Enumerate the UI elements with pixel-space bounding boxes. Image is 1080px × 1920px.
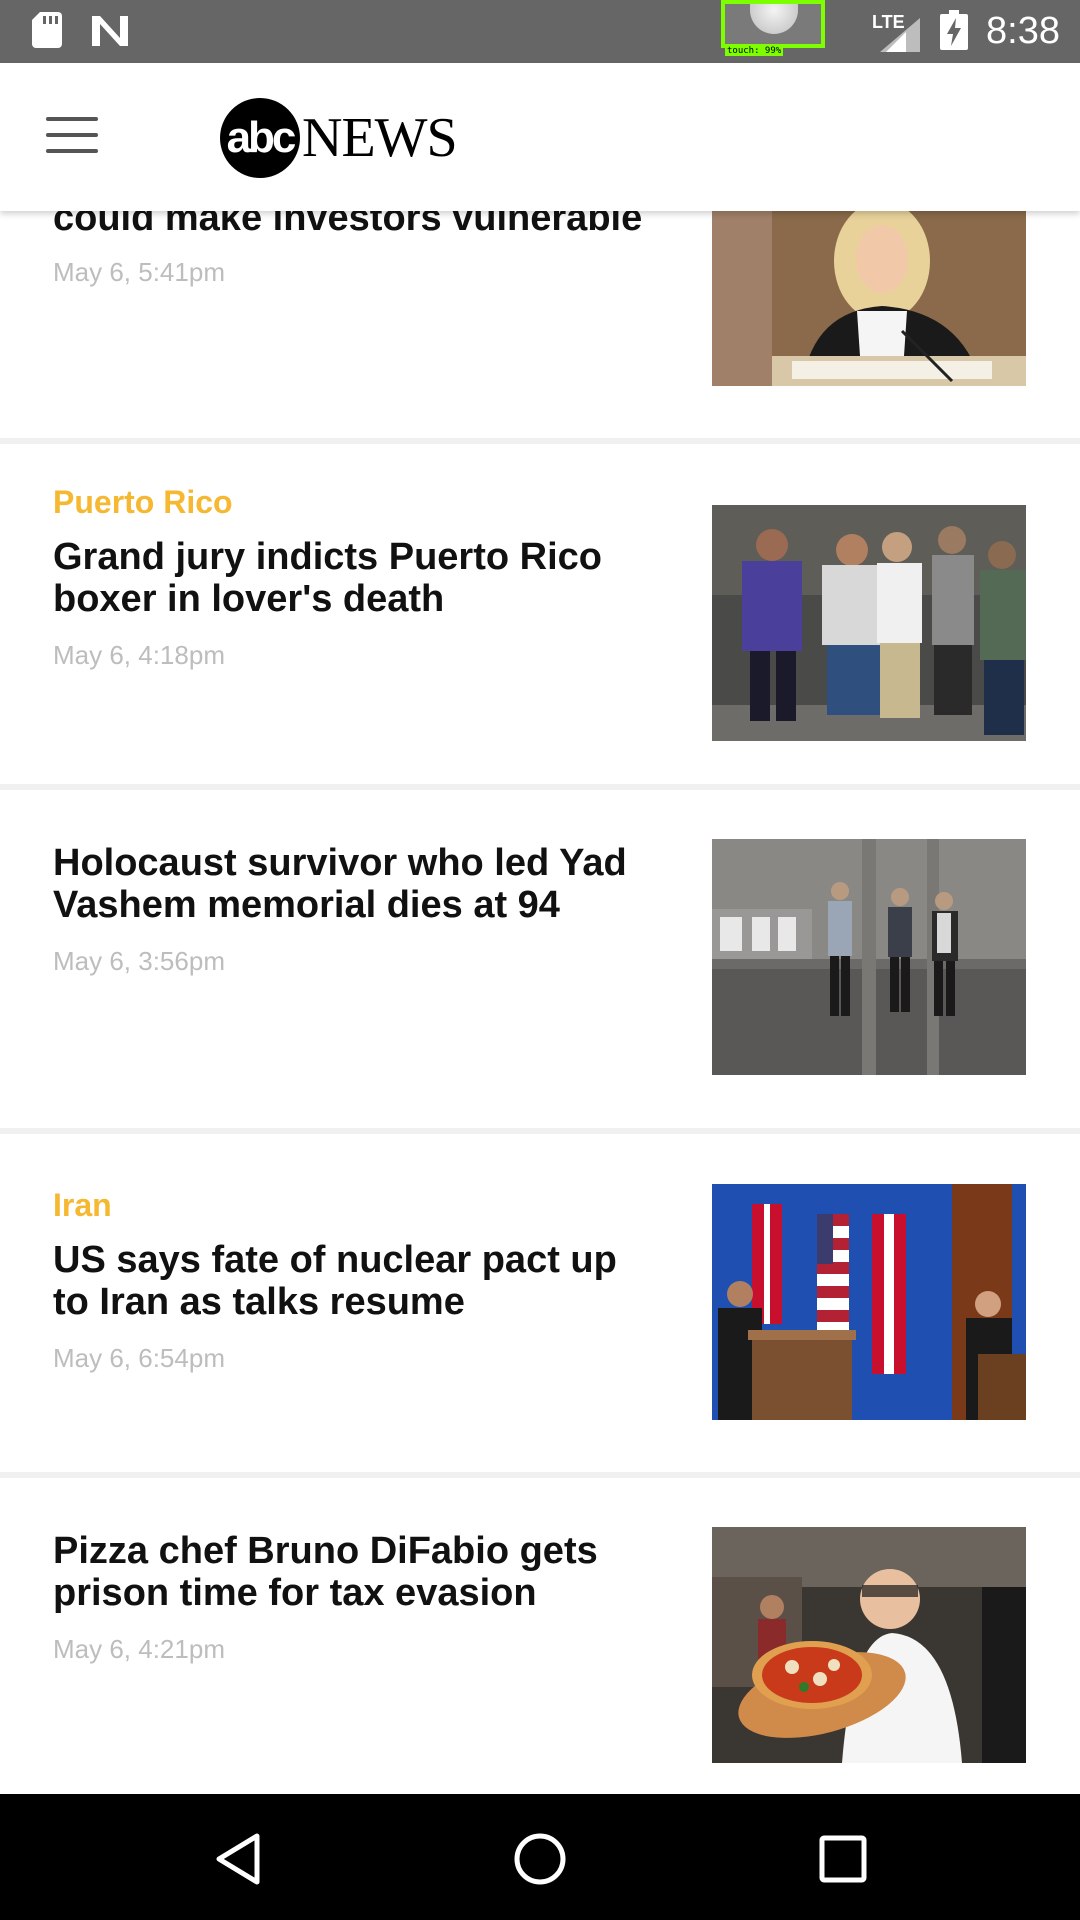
news-feed[interactable]: could make investors vulnerable May 6, 5… <box>0 211 1080 1794</box>
story-category: Puerto Rico <box>53 484 233 520</box>
story-date: May 6, 3:56pm <box>53 946 225 976</box>
story-headline: Holocaust survivor who led Yad Vashem me… <box>53 842 627 926</box>
home-icon[interactable] <box>505 1824 575 1894</box>
logo-word: NEWS <box>302 107 458 169</box>
podium-flags-photo <box>712 1184 1026 1420</box>
story-date: May 6, 5:41pm <box>53 257 225 287</box>
story-item[interactable]: could make investors vulnerable May 6, 5… <box>0 211 1080 441</box>
story-date: May 6, 6:54pm <box>53 1343 225 1373</box>
story-item[interactable]: Iran US says fate of nuclear pact up to … <box>0 1134 1080 1474</box>
story-item[interactable]: Holocaust survivor who led Yad Vashem me… <box>0 790 1080 1130</box>
story-headline: Pizza chef Bruno DiFabio gets prison tim… <box>53 1530 598 1614</box>
abc-news-logo[interactable]: abc NEWS <box>220 96 458 180</box>
story-item[interactable]: Pizza chef Bruno DiFabio gets prison tim… <box>0 1478 1080 1794</box>
story-item[interactable]: Puerto Rico Grand jury indicts Puerto Ri… <box>0 444 1080 784</box>
story-category: Iran <box>53 1187 112 1223</box>
logo-circle: abc <box>220 98 300 178</box>
touch-label: touch: 99% <box>725 46 784 56</box>
navigation-bar <box>0 1794 1080 1920</box>
menu-icon-line <box>46 149 98 153</box>
touch-indicator <box>721 0 825 48</box>
men-in-hall-photo <box>712 839 1026 1075</box>
n-icon <box>92 16 128 46</box>
touch-dot <box>750 4 798 34</box>
menu-icon-line <box>46 133 98 137</box>
recents-icon[interactable] <box>808 1824 878 1894</box>
story-headline: US says fate of nuclear pact up to Iran … <box>53 1239 617 1323</box>
app-bar: abc NEWS <box>0 63 1080 211</box>
battery-charging-icon <box>940 10 968 50</box>
story-headline: could make investors vulnerable <box>53 211 643 239</box>
woman-at-hearing-photo <box>712 211 1026 386</box>
status-bar: touch: 99% LTE 8:38 <box>0 0 1080 63</box>
story-headline: Grand jury indicts Puerto Rico boxer in … <box>53 536 602 620</box>
clock: 8:38 <box>986 10 1060 52</box>
back-icon[interactable] <box>205 1824 275 1894</box>
menu-button[interactable] <box>46 117 98 157</box>
group-outside-photo <box>712 505 1026 741</box>
story-date: May 6, 4:18pm <box>53 640 225 670</box>
story-date: May 6, 4:21pm <box>53 1634 225 1664</box>
signal-icon <box>880 18 920 52</box>
sd-card-icon <box>32 12 62 48</box>
chef-with-pizza-photo <box>712 1527 1026 1763</box>
menu-icon-line <box>46 117 98 121</box>
